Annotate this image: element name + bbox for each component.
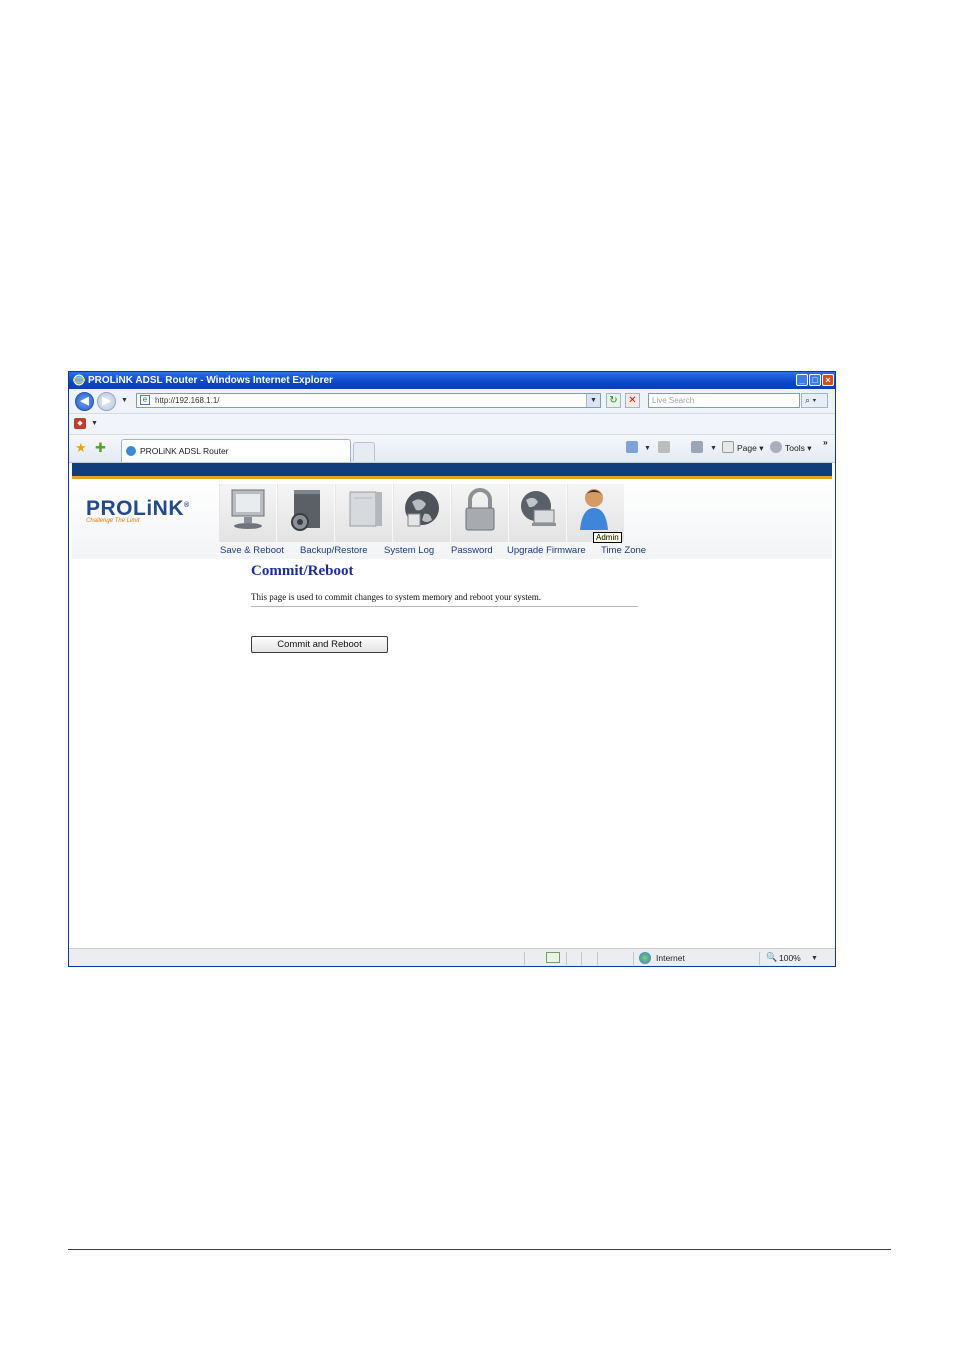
stop-button[interactable]: ✕ xyxy=(625,393,640,408)
refresh-button[interactable]: ↻ xyxy=(606,393,621,408)
padlock-icon xyxy=(465,488,495,531)
close-button[interactable]: × xyxy=(822,374,834,386)
router-header-stripe xyxy=(72,463,832,476)
page-title: Commit/Reboot xyxy=(251,563,354,579)
commit-reboot-button[interactable]: Commit and Reboot xyxy=(251,636,388,653)
address-bar[interactable]: e http://192.168.1.1/ ▼ xyxy=(136,393,601,408)
nav-label-upgrade-firmware[interactable]: Upgrade Firmware xyxy=(507,545,586,556)
tab-label: PROLiNK ADSL Router xyxy=(140,446,229,456)
page-icon: e xyxy=(140,395,150,405)
browser-window: PROLiNK ADSL Router - Windows Internet E… xyxy=(68,371,836,967)
tools-menu[interactable]: Tools ▾ xyxy=(785,443,811,454)
router-accent-stripe xyxy=(72,476,832,479)
nav-label-password[interactable]: Password xyxy=(451,545,493,556)
back-button[interactable]: ◀ xyxy=(75,392,94,411)
status-separator xyxy=(566,952,567,965)
addon-dropdown-icon[interactable]: ▼ xyxy=(91,420,98,427)
status-separator xyxy=(597,952,598,965)
admin-tooltip: Admin xyxy=(593,532,622,543)
zoom-icon: 🔍 xyxy=(766,952,778,962)
home-icon[interactable] xyxy=(626,441,638,453)
links-toolbar: ◆ ▼ xyxy=(69,414,835,435)
prolink-logo: PROLiNK® Challenge The Limit xyxy=(86,497,190,524)
title-bar: PROLiNK ADSL Router - Windows Internet E… xyxy=(69,372,835,389)
tools-menu-label: Tools xyxy=(785,443,805,453)
window-title: PROLiNK ADSL Router - Windows Internet E… xyxy=(88,375,333,386)
minimize-button[interactable]: _ xyxy=(796,374,808,386)
print-icon[interactable] xyxy=(691,441,703,453)
forward-button[interactable]: ▶ xyxy=(97,392,116,411)
toolbar-addon-icon[interactable]: ◆ xyxy=(74,418,86,429)
search-input[interactable]: Live Search xyxy=(648,393,800,408)
home-dropdown-icon[interactable]: ▼ xyxy=(644,445,651,452)
backup-gear-icon xyxy=(291,490,320,531)
new-tab-button[interactable] xyxy=(353,442,375,461)
nav-label-backup-restore[interactable]: Backup/Restore xyxy=(300,545,368,556)
favorites-star-icon[interactable]: ★ xyxy=(75,440,87,456)
feeds-icon[interactable] xyxy=(658,441,670,453)
page-content: PROLiNK® Challenge The Limit Save & Rebo… xyxy=(72,463,832,947)
nav-label-system-log[interactable]: System Log xyxy=(384,545,434,556)
page-description: This page is used to commit changes to s… xyxy=(251,592,541,602)
page-menu-icon xyxy=(722,441,734,453)
status-separator xyxy=(524,952,525,965)
history-dropdown-icon[interactable]: ▼ xyxy=(121,397,128,404)
nav-label-time-zone[interactable]: Time Zone xyxy=(601,545,646,556)
status-bar: Internet 🔍 100% ▼ xyxy=(69,948,835,966)
divider xyxy=(251,606,638,607)
search-button[interactable]: ⌕ ▾ xyxy=(801,393,828,408)
nav-password[interactable] xyxy=(393,484,450,542)
globe-laptop-icon xyxy=(521,491,556,526)
page-menu-label: Page xyxy=(737,443,757,453)
address-url: http://192.168.1.1/ xyxy=(155,396,220,405)
server-icon xyxy=(349,491,382,527)
globe-icon xyxy=(405,491,439,527)
status-separator xyxy=(633,952,634,965)
ie-logo-icon xyxy=(73,374,85,386)
nav-time-zone[interactable] xyxy=(509,484,566,542)
zoom-dropdown-icon[interactable]: ▼ xyxy=(811,955,818,962)
status-separator xyxy=(759,952,760,965)
router-header: PROLiNK® Challenge The Limit Save & Rebo… xyxy=(72,481,832,559)
tab-ie-icon xyxy=(126,446,136,456)
tab-toolbar: ★ ✚ PROLiNK ADSL Router ▼ ▼ Page ▾ Tools… xyxy=(69,435,835,463)
tools-gear-icon xyxy=(770,441,782,453)
zone-label: Internet xyxy=(656,953,685,963)
nav-backup-restore[interactable] xyxy=(277,484,334,542)
nav-save-reboot[interactable] xyxy=(219,484,276,542)
search-icon: ⌕ xyxy=(805,395,811,405)
zoom-level[interactable]: 100% xyxy=(779,953,801,963)
status-separator xyxy=(581,952,582,965)
nav-upgrade-firmware[interactable] xyxy=(451,484,508,542)
add-favorites-icon[interactable]: ✚ xyxy=(95,440,106,456)
monitor-icon xyxy=(231,489,265,529)
nav-label-save-reboot[interactable]: Save & Reboot xyxy=(220,545,284,556)
tab-prolink[interactable]: PROLiNK ADSL Router xyxy=(121,439,351,462)
logo-brand: PROLiNK xyxy=(86,497,184,520)
internet-zone-icon xyxy=(639,952,651,964)
address-toolbar: ◀ ▶ ▼ e http://192.168.1.1/ ▼ ↻ ✕ Live S… xyxy=(69,389,835,414)
print-dropdown-icon[interactable]: ▼ xyxy=(710,445,717,452)
maximize-button[interactable]: □ xyxy=(809,374,821,386)
page-menu[interactable]: Page ▾ xyxy=(737,443,764,454)
page-footer-rule xyxy=(68,1249,891,1250)
more-chevron-icon[interactable]: » xyxy=(823,437,828,447)
protected-mode-icon xyxy=(546,952,560,963)
address-dropdown-icon[interactable]: ▼ xyxy=(586,394,600,407)
nav-system-log[interactable] xyxy=(335,484,392,542)
